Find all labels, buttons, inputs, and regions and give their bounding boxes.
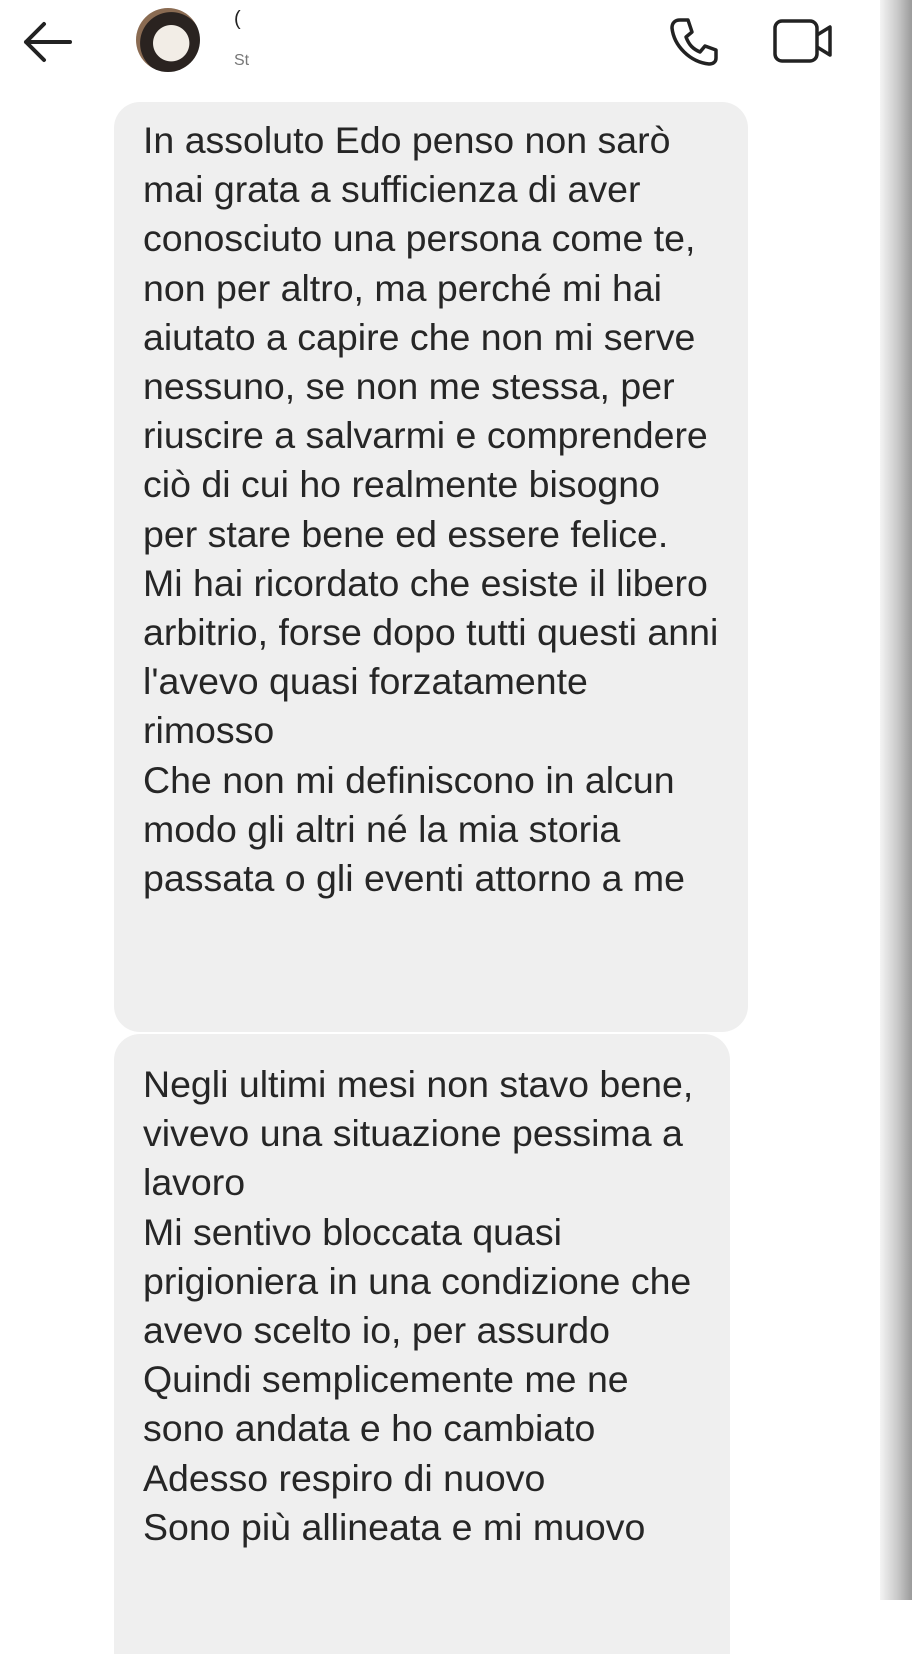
contact-status: St bbox=[234, 52, 250, 69]
avatar[interactable] bbox=[136, 8, 200, 72]
message-bubble[interactable]: In assoluto Edo penso non sarò mai grata… bbox=[114, 102, 748, 1032]
phone-icon[interactable] bbox=[666, 14, 722, 70]
scrollbar[interactable] bbox=[880, 0, 912, 1600]
contact-name[interactable]: ( bbox=[234, 8, 241, 31]
message-bubble[interactable]: Negli ultimi mesi non stavo bene, vivevo… bbox=[114, 1034, 730, 1654]
arrow-left-icon[interactable] bbox=[20, 20, 76, 64]
video-camera-icon[interactable] bbox=[772, 16, 838, 68]
message-thread[interactable]: In assoluto Edo penso non sarò mai grata… bbox=[0, 100, 880, 1654]
chat-header: ( St bbox=[0, 0, 880, 92]
